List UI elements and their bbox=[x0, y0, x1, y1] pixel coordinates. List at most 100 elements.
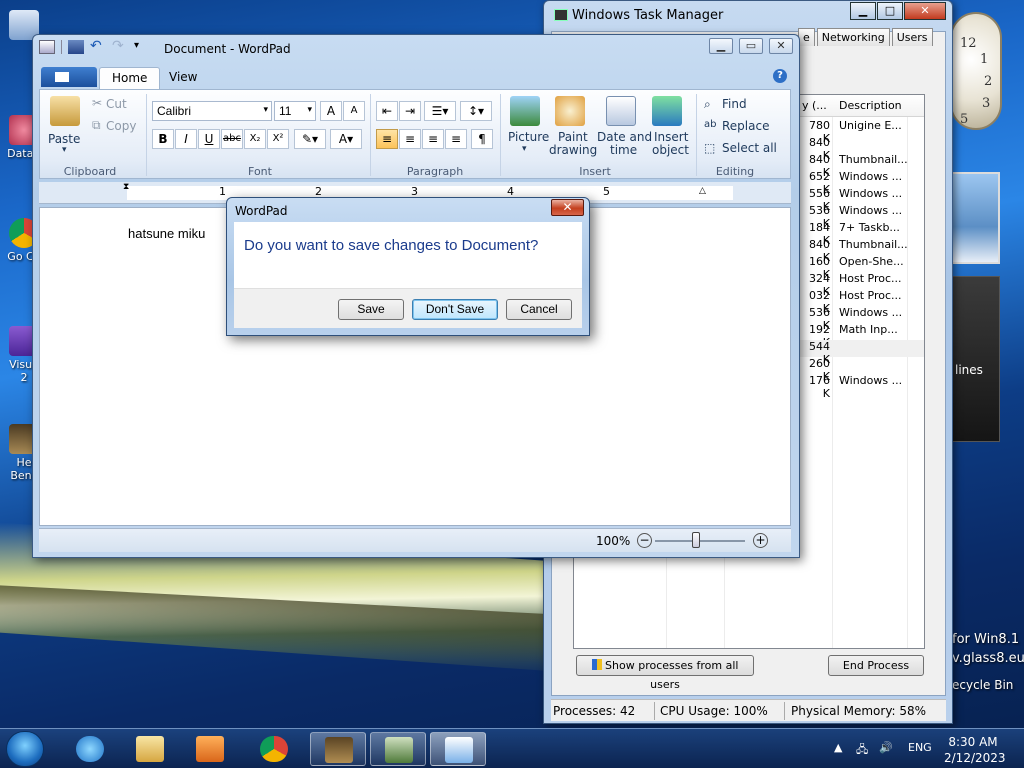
dont-save-button[interactable]: Don't Save bbox=[412, 299, 498, 320]
wordpad-app-icon[interactable] bbox=[39, 40, 55, 54]
cancel-button[interactable]: Cancel bbox=[506, 299, 572, 320]
tab-view[interactable]: View bbox=[157, 67, 209, 89]
media-player-icon bbox=[196, 736, 224, 762]
minimize-button[interactable]: ▁ bbox=[709, 38, 733, 54]
underline-button[interactable]: U bbox=[198, 129, 220, 149]
redo-icon[interactable]: ↷ bbox=[112, 39, 128, 54]
undo-icon[interactable]: ↶ bbox=[90, 39, 106, 54]
font-group-label: Font bbox=[248, 165, 272, 178]
zoom-slider-thumb[interactable] bbox=[691, 532, 700, 548]
show-all-processes-button[interactable]: Show processes from all users bbox=[576, 655, 754, 691]
feed-headlines-gadget[interactable]: lines bbox=[950, 276, 1000, 442]
minimize-button[interactable]: ▁ bbox=[850, 2, 876, 20]
paste-icon[interactable] bbox=[50, 96, 80, 126]
document-text[interactable]: hatsune miku bbox=[128, 226, 205, 241]
insert-object-icon[interactable] bbox=[652, 96, 682, 126]
tab-partial[interactable]: e bbox=[798, 28, 815, 46]
taskbar-chrome[interactable] bbox=[246, 732, 302, 766]
strikethrough-button[interactable]: abc bbox=[221, 129, 243, 149]
justify-button[interactable]: ≡ bbox=[445, 129, 467, 149]
volume-icon[interactable]: 🔊 bbox=[879, 741, 893, 754]
font-size-select[interactable]: 11 bbox=[274, 101, 316, 121]
watermark-line-2: v.glass8.eu bbox=[952, 651, 1024, 666]
customize-toolbar-icon[interactable]: ▾ bbox=[134, 40, 150, 54]
zoom-out-button[interactable]: − bbox=[637, 533, 652, 548]
taskbar-file-explorer[interactable] bbox=[122, 732, 178, 766]
tab-users[interactable]: Users bbox=[891, 28, 933, 46]
italic-button[interactable]: I bbox=[175, 129, 197, 149]
align-right-button[interactable]: ≡ bbox=[422, 129, 444, 149]
start-button[interactable] bbox=[6, 731, 44, 767]
group-divider bbox=[500, 94, 501, 176]
paste-button[interactable]: Paste bbox=[48, 132, 80, 146]
align-left-button[interactable]: ≡ bbox=[376, 129, 398, 149]
cut-icon: ✂ bbox=[92, 96, 103, 110]
picture-button[interactable]: Picture bbox=[508, 130, 549, 144]
help-icon[interactable]: ? bbox=[773, 69, 787, 83]
bold-button[interactable]: B bbox=[152, 129, 174, 149]
zoom-in-button[interactable]: + bbox=[753, 533, 768, 548]
font-family-select[interactable]: Calibri bbox=[152, 101, 272, 121]
insert-object-button[interactable]: Insert bbox=[654, 130, 688, 144]
save-changes-dialog[interactable]: WordPad ✕ Do you want to save changes to… bbox=[226, 197, 590, 336]
taskbar-heaven-benchmark[interactable] bbox=[310, 732, 366, 766]
superscript-button[interactable]: X² bbox=[267, 129, 289, 149]
description-column-header[interactable]: Description bbox=[839, 99, 902, 112]
application-menu-button[interactable] bbox=[41, 67, 97, 87]
memory-column-header[interactable]: y (... bbox=[802, 99, 827, 112]
maximize-button[interactable]: □ bbox=[877, 2, 903, 20]
taskbar-wordpad[interactable] bbox=[430, 732, 486, 766]
task-manager-icon bbox=[554, 9, 568, 21]
close-button[interactable]: ✕ bbox=[769, 38, 793, 54]
physical-memory: Physical Memory: 58% bbox=[791, 704, 927, 718]
tab-home[interactable]: Home bbox=[99, 67, 161, 89]
restore-button[interactable]: ▭ bbox=[739, 38, 763, 54]
paragraph-settings-button[interactable]: ¶ bbox=[471, 129, 493, 149]
language-indicator[interactable]: ENG bbox=[908, 741, 932, 754]
subscript-button[interactable]: X₂ bbox=[244, 129, 266, 149]
font-color-button[interactable]: A▾ bbox=[330, 129, 362, 149]
picture-dropdown-icon[interactable]: ▾ bbox=[522, 144, 527, 154]
show-hidden-icons-icon[interactable]: ▲ bbox=[834, 741, 842, 754]
save-icon[interactable] bbox=[68, 40, 84, 54]
find-button[interactable]: Find bbox=[722, 97, 747, 111]
select-all-button[interactable]: Select all bbox=[722, 141, 777, 155]
dialog-close-button[interactable]: ✕ bbox=[551, 199, 584, 216]
shrink-font-button[interactable]: A bbox=[343, 101, 365, 121]
save-button[interactable]: Save bbox=[338, 299, 404, 320]
bullet-list-button[interactable]: ☰▾ bbox=[424, 101, 456, 121]
replace-button[interactable]: Replace bbox=[722, 119, 769, 133]
calendar-clock-icon[interactable] bbox=[606, 96, 636, 126]
decrease-indent-button[interactable]: ⇤ bbox=[376, 101, 398, 121]
clock-gadget[interactable]: 12 1 2 3 5 bbox=[950, 12, 1002, 130]
right-indent-marker-icon[interactable]: △ bbox=[699, 186, 706, 196]
align-center-button[interactable]: ≡ bbox=[399, 129, 421, 149]
line-spacing-button[interactable]: ↕▾ bbox=[460, 101, 492, 121]
shield-icon bbox=[591, 659, 602, 670]
zoom-slider[interactable] bbox=[655, 540, 745, 542]
increase-indent-button[interactable]: ⇥ bbox=[399, 101, 421, 121]
date-time-button[interactable]: Date and bbox=[597, 130, 652, 144]
tab-networking[interactable]: Networking bbox=[816, 28, 890, 46]
picture-icon[interactable] bbox=[510, 96, 540, 126]
copy-icon: ⧉ bbox=[92, 118, 101, 132]
close-button[interactable]: ✕ bbox=[904, 2, 946, 20]
recycle-bin-label[interactable]: ecycle Bin bbox=[952, 676, 1024, 695]
taskbar-task-manager[interactable] bbox=[370, 732, 426, 766]
highlight-color-button[interactable]: ✎▾ bbox=[294, 129, 326, 149]
taskbar-media-player[interactable] bbox=[182, 732, 238, 766]
cut-button[interactable]: Cut bbox=[106, 97, 127, 111]
slideshow-gadget[interactable] bbox=[950, 172, 1000, 264]
paint-drawing-button[interactable]: Paint bbox=[558, 130, 588, 144]
taskbar-internet-explorer[interactable] bbox=[62, 732, 118, 766]
taskbar-clock[interactable]: 8:30 AM 2/12/2023 bbox=[944, 734, 1006, 766]
memory-cell: 176 K bbox=[809, 374, 830, 400]
paste-dropdown-icon[interactable]: ▾ bbox=[62, 145, 67, 155]
cpu-usage: CPU Usage: 100% bbox=[660, 704, 768, 718]
network-icon[interactable]: 🖧 bbox=[856, 741, 868, 760]
end-process-button[interactable]: End Process bbox=[828, 655, 924, 676]
paint-palette-icon[interactable] bbox=[555, 96, 585, 126]
indent-marker-icon[interactable]: ⧗ bbox=[123, 182, 129, 192]
copy-button[interactable]: Copy bbox=[106, 119, 136, 133]
grow-font-button[interactable]: A bbox=[320, 101, 342, 121]
